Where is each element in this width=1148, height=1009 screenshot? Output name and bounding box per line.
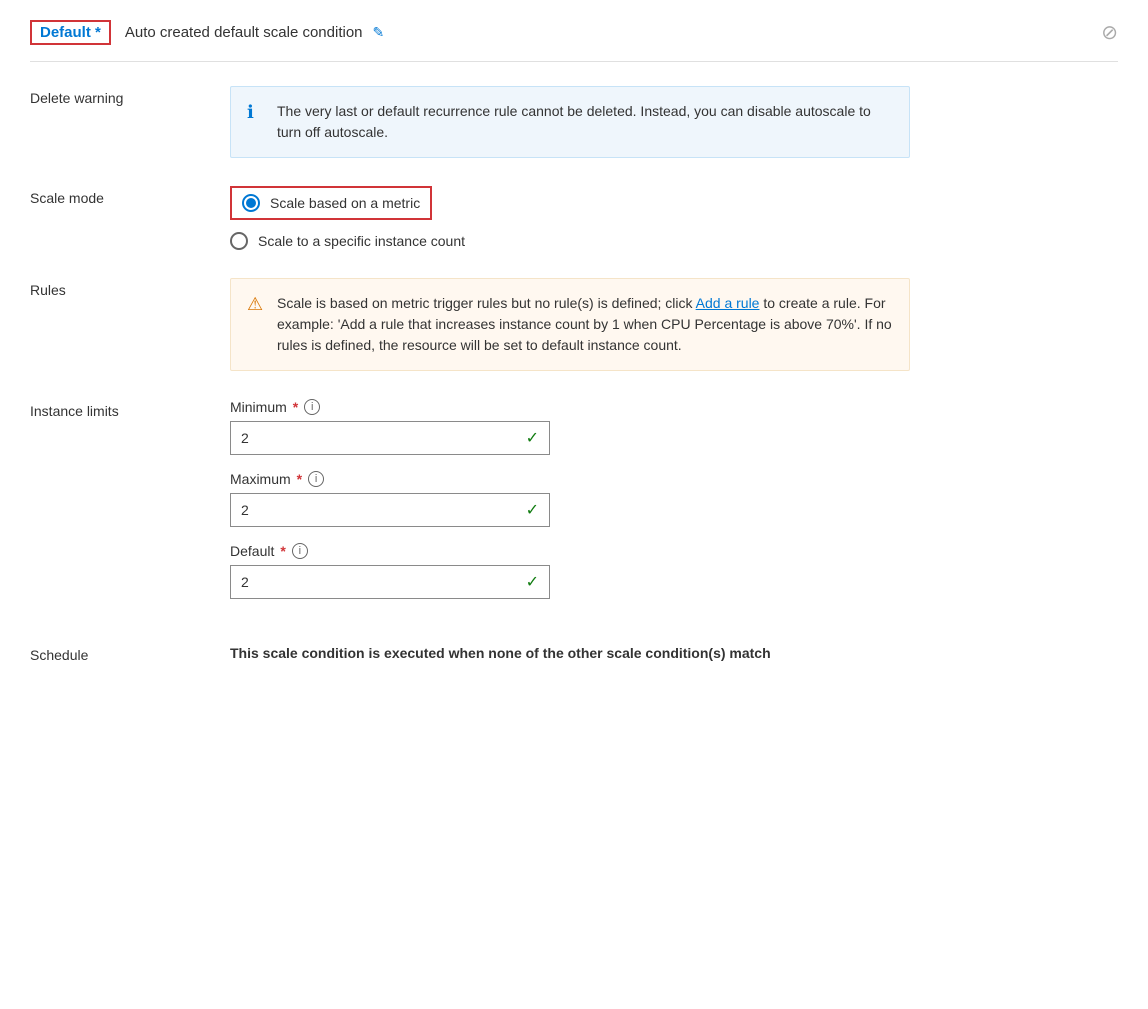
delete-warning-content: ℹ The very last or default recurrence ru…	[230, 86, 910, 158]
maximum-required-star: *	[297, 471, 302, 487]
maximum-input[interactable]: 2 ✓	[230, 493, 550, 527]
scale-instance-option[interactable]: Scale to a specific instance count	[230, 232, 910, 250]
schedule-content: This scale condition is executed when no…	[230, 643, 910, 664]
header-title: Auto created default scale condition	[125, 24, 363, 41]
maximum-label-text: Maximum	[230, 471, 291, 487]
add-a-rule-link[interactable]: Add a rule	[696, 295, 760, 311]
delete-warning-text: The very last or default recurrence rule…	[277, 101, 893, 143]
scale-metric-radio[interactable]	[242, 194, 260, 212]
radio-inner-dot	[246, 198, 256, 208]
delete-warning-box: ℹ The very last or default recurrence ru…	[230, 86, 910, 158]
minimum-value: 2	[241, 430, 249, 446]
scale-mode-row: Scale mode Scale based on a metric Scale…	[30, 186, 1118, 250]
scale-metric-option[interactable]: Scale based on a metric	[230, 186, 432, 220]
minimum-label-row: Minimum * i	[230, 399, 910, 415]
schedule-text: This scale condition is executed when no…	[230, 643, 910, 664]
default-info-icon[interactable]: i	[292, 543, 308, 559]
instance-limits-label: Instance limits	[30, 399, 230, 419]
maximum-group: Maximum * i 2 ✓	[230, 471, 910, 527]
default-value: 2	[241, 574, 249, 590]
default-required-star: *	[280, 543, 285, 559]
rules-row: Rules ⚠ Scale is based on metric trigger…	[30, 278, 1118, 371]
instance-limits-content: Minimum * i 2 ✓ Maximum * i 2 ✓	[230, 399, 910, 615]
delete-warning-label: Delete warning	[30, 86, 230, 106]
minimum-required-star: *	[293, 399, 298, 415]
info-icon: ℹ	[247, 102, 267, 123]
rules-text-before: Scale is based on metric trigger rules b…	[277, 295, 696, 311]
instance-limits-row: Instance limits Minimum * i 2 ✓ Maximum …	[30, 399, 1118, 615]
delete-warning-row: Delete warning ℹ The very last or defaul…	[30, 86, 1118, 158]
minimum-label-text: Minimum	[230, 399, 287, 415]
maximum-value: 2	[241, 502, 249, 518]
default-label-text: Default	[230, 543, 274, 559]
minimum-input[interactable]: 2 ✓	[230, 421, 550, 455]
rules-content: ⚠ Scale is based on metric trigger rules…	[230, 278, 910, 371]
warning-icon: ⚠	[247, 294, 267, 315]
scale-mode-content: Scale based on a metric Scale to a speci…	[230, 186, 910, 250]
scale-mode-label: Scale mode	[30, 186, 230, 206]
schedule-row: Schedule This scale condition is execute…	[30, 643, 1118, 664]
scale-metric-label: Scale based on a metric	[270, 195, 420, 211]
maximum-label-row: Maximum * i	[230, 471, 910, 487]
rules-label: Rules	[30, 278, 230, 298]
minimum-checkmark: ✓	[526, 428, 539, 448]
maximum-checkmark: ✓	[526, 500, 539, 520]
disable-icon[interactable]: ⊘	[1101, 20, 1118, 45]
rules-warning-text: Scale is based on metric trigger rules b…	[277, 293, 893, 356]
default-label-row: Default * i	[230, 543, 910, 559]
default-checkmark: ✓	[526, 572, 539, 592]
maximum-info-icon[interactable]: i	[308, 471, 324, 487]
scale-instance-label: Scale to a specific instance count	[258, 233, 465, 249]
schedule-label: Schedule	[30, 643, 230, 663]
minimum-info-icon[interactable]: i	[304, 399, 320, 415]
minimum-group: Minimum * i 2 ✓	[230, 399, 910, 455]
default-input[interactable]: 2 ✓	[230, 565, 550, 599]
default-group: Default * i 2 ✓	[230, 543, 910, 599]
page-header: Default * Auto created default scale con…	[30, 20, 1118, 62]
edit-icon[interactable]: ✎	[373, 24, 385, 41]
scale-instance-radio[interactable]	[230, 232, 248, 250]
default-badge: Default *	[30, 20, 111, 45]
rules-warning-box: ⚠ Scale is based on metric trigger rules…	[230, 278, 910, 371]
